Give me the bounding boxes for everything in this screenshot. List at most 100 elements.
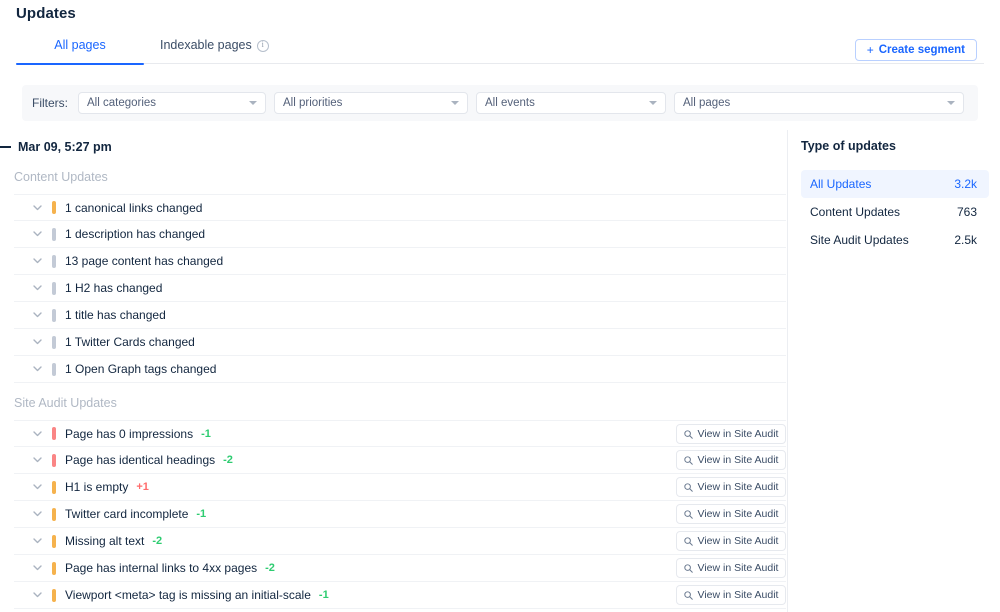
priority-indicator [52, 254, 56, 268]
filter-pages-value: All pages [683, 97, 731, 109]
priority-indicator [52, 362, 56, 376]
type-of-updates-item[interactable]: Site Audit Updates 2.5k [801, 226, 989, 254]
filters-label: Filters: [32, 96, 68, 110]
create-segment-button[interactable]: + Create segment [854, 39, 977, 61]
search-icon [683, 563, 693, 573]
plus-icon: + [866, 43, 874, 57]
priority-indicator [52, 561, 56, 575]
tab-all-pages-label: All pages [54, 38, 106, 52]
chevron-down-icon[interactable] [26, 231, 48, 237]
filter-events-select[interactable]: All events [476, 92, 666, 114]
search-icon [683, 455, 693, 465]
update-row[interactable]: Viewport <meta> tag is missing an initia… [14, 582, 786, 609]
update-row-label: 1 Open Graph tags changed [65, 362, 217, 376]
update-row[interactable]: 1 canonical links changed [14, 194, 786, 221]
chevron-down-icon[interactable] [26, 204, 48, 211]
filter-events-value: All events [485, 97, 535, 109]
priority-indicator [52, 308, 56, 322]
update-delta-badge: -2 [223, 454, 233, 466]
filter-categories-select[interactable]: All categories [78, 92, 266, 114]
chevron-down-icon [649, 101, 657, 105]
update-row[interactable]: H1 is empty +1 View in Site Audit [14, 474, 786, 501]
type-of-updates-panel: Type of updates All Updates 3.2k Content U… [787, 130, 1000, 612]
update-row[interactable]: Twitter card incomplete -1 View in Site Au… [14, 501, 786, 528]
view-in-site-audit-label: View in Site Audit [697, 562, 779, 574]
search-icon [683, 536, 693, 546]
chevron-down-icon[interactable] [26, 592, 48, 598]
type-of-updates-item[interactable]: All Updates 3.2k [801, 170, 989, 198]
update-delta-badge: -1 [201, 427, 211, 440]
view-in-site-audit-button[interactable]: View in Site Audit [676, 477, 786, 497]
update-row[interactable]: Missing alt text -2 View in Site Audit [14, 528, 786, 555]
filter-pages-select[interactable]: All pages [674, 92, 964, 114]
site-audit-updates-list: Page has 0 impressions -1 View in Site Aud… [14, 420, 786, 609]
chevron-down-icon [249, 101, 257, 105]
chevron-down-icon[interactable] [26, 484, 48, 490]
priority-indicator [52, 335, 56, 349]
priority-indicator [52, 227, 56, 241]
update-row-label: Page has 0 impressions [65, 426, 194, 441]
update-row-label: Twitter card incomplete [65, 507, 189, 521]
date-group-label: Mar 09, 5:27 pm [18, 140, 112, 154]
view-in-site-audit-button[interactable]: View in Site Audit [676, 531, 786, 551]
chevron-down-icon[interactable] [26, 430, 48, 437]
priority-indicator [52, 453, 56, 467]
search-icon [683, 482, 693, 492]
collapse-minus-icon[interactable] [0, 146, 11, 148]
chevron-down-icon[interactable] [26, 339, 48, 345]
update-row[interactable]: 1 description has changed [14, 221, 786, 248]
info-icon[interactable] [256, 39, 269, 52]
update-row[interactable]: 1 H2 has changed [14, 275, 786, 302]
update-row[interactable]: Page has identical headings -2 View in Sit… [14, 447, 786, 474]
update-row[interactable]: 1 Open Graph tags changed [14, 356, 786, 383]
update-row-label: 1 H2 has changed [65, 281, 163, 295]
update-row[interactable]: 13 page content has changed [14, 248, 786, 275]
tab-all-pages[interactable]: All pages [16, 36, 144, 65]
updates-page: Updates All pages Indexable pages + Crea… [0, 0, 1000, 612]
priority-indicator [52, 281, 56, 295]
search-icon [683, 590, 693, 600]
update-row-label: 1 canonical links changed [65, 200, 203, 215]
update-delta-badge: -1 [196, 508, 207, 520]
type-of-updates-item[interactable]: Content Updates 763 [801, 198, 989, 226]
update-row-label: Page has internal links to 4xx pages [65, 561, 258, 575]
tab-bar: All pages Indexable pages [16, 36, 984, 65]
search-icon [683, 429, 693, 439]
date-group-header[interactable]: Mar 09, 5:27 pm [0, 140, 112, 154]
priority-indicator [52, 427, 56, 440]
update-row[interactable]: Page has 0 impressions -1 View in Site Aud… [14, 420, 786, 447]
search-icon [683, 509, 693, 519]
view-in-site-audit-button[interactable]: View in Site Audit [676, 585, 786, 605]
view-in-site-audit-label: View in Site Audit [697, 535, 779, 547]
chevron-down-icon[interactable] [26, 511, 48, 517]
view-in-site-audit-label: View in Site Audit [697, 481, 779, 493]
chevron-down-icon[interactable] [26, 538, 48, 544]
view-in-site-audit-button[interactable]: View in Site Audit [676, 504, 786, 524]
view-in-site-audit-button[interactable]: View in Site Audit [676, 558, 786, 578]
update-row-label: Missing alt text [65, 534, 145, 548]
filter-priorities-value: All priorities [283, 97, 343, 109]
chevron-down-icon[interactable] [26, 312, 48, 318]
update-row-label: 1 title has changed [65, 308, 166, 322]
update-row[interactable]: 1 Twitter Cards changed [14, 329, 786, 356]
update-row[interactable]: 1 title has changed [14, 302, 786, 329]
update-row-label: 1 description has changed [65, 227, 206, 241]
tab-indexable-pages[interactable]: Indexable pages [160, 36, 269, 64]
update-row-label: Page has identical headings [65, 453, 216, 467]
filters-bar: Filters: All categories All priorities A… [22, 85, 978, 121]
chevron-down-icon[interactable] [26, 565, 48, 571]
view-in-site-audit-button[interactable]: View in Site Audit [676, 424, 786, 444]
chevron-down-icon[interactable] [26, 285, 48, 291]
chevron-down-icon[interactable] [26, 258, 48, 264]
priority-indicator [52, 534, 56, 548]
create-segment-label: Create segment [878, 44, 965, 56]
priority-indicator [52, 480, 56, 494]
chevron-down-icon[interactable] [26, 457, 48, 463]
update-row[interactable]: Page has internal links to 4xx pages -2 Vi… [14, 555, 786, 582]
filter-priorities-select[interactable]: All priorities [274, 92, 468, 114]
view-in-site-audit-label: View in Site Audit [697, 428, 779, 440]
view-in-site-audit-button[interactable]: View in Site Audit [676, 450, 786, 470]
priority-indicator [52, 201, 56, 214]
chevron-down-icon[interactable] [26, 366, 48, 372]
chevron-down-icon [451, 101, 459, 105]
